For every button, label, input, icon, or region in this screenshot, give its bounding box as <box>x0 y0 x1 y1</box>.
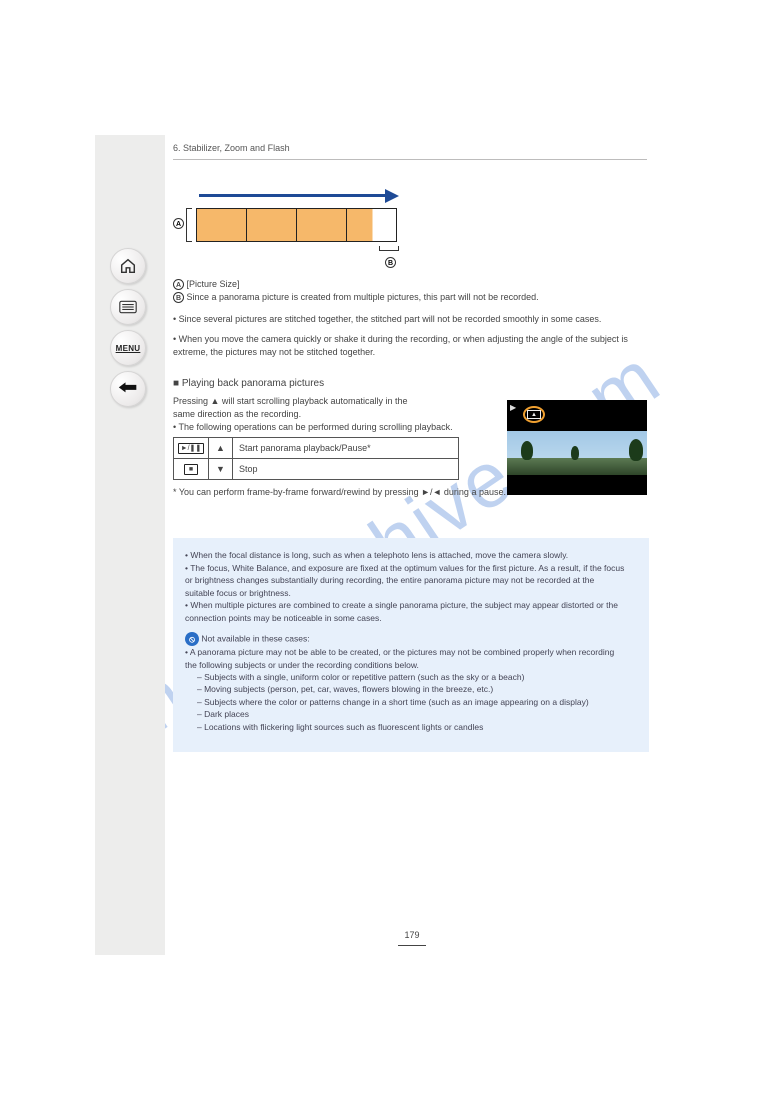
list-icon <box>119 300 137 314</box>
preview-tree <box>629 439 643 461</box>
legend-text-b: Since a panorama picture is created from… <box>187 292 539 302</box>
control-desc: Start panorama playback/Pause* <box>233 438 459 459</box>
home-icon <box>119 257 137 275</box>
back-button[interactable] <box>110 371 146 407</box>
legend-key-a: A <box>173 279 184 290</box>
frame <box>296 208 347 242</box>
note-line: connection points may be noticeable in s… <box>185 613 637 624</box>
frame-last <box>346 208 397 242</box>
play-icon: ▶ <box>510 403 516 412</box>
note-line: suitable focus or brightness. <box>185 588 637 599</box>
note-line: The focus, White Balance, and exposure a… <box>185 563 637 574</box>
table-row: ►/❚❚ ▲ Start panorama playback/Pause* <box>174 438 459 459</box>
controls-table: ►/❚❚ ▲ Start panorama playback/Pause* ■ … <box>173 437 459 480</box>
notes-box: When the focal distance is long, such as… <box>173 538 649 752</box>
menu-icon: MENU <box>116 344 141 353</box>
breadcrumb: 6. Stabilizer, Zoom and Flash <box>173 135 651 157</box>
legend-key-b: B <box>173 292 184 303</box>
bracket-a <box>186 208 192 242</box>
note-line: A panorama picture may not be able to be… <box>185 647 637 658</box>
arrow-head-icon <box>385 189 399 203</box>
panorama-preview: ▶ ▲ <box>507 400 647 495</box>
page-underline <box>398 945 426 946</box>
preview-tree <box>521 441 533 460</box>
panorama-indicator-icon: ▲ <box>523 406 545 423</box>
direction-down: ▼ <box>209 459 233 480</box>
label-a: A <box>173 218 184 229</box>
bracket-b <box>379 246 399 251</box>
frame-strip <box>196 208 396 242</box>
table-row: ■ ▼ Stop <box>174 459 459 480</box>
panorama-diagram: A B <box>173 182 413 272</box>
play-pause-icon-cell: ►/❚❚ <box>174 438 209 459</box>
text-line: Pressing ▲ will start scrolling playback… <box>173 395 473 407</box>
not-available-text: Not available in these cases: <box>201 633 309 643</box>
playback-intro: Pressing ▲ will start scrolling playback… <box>173 395 473 433</box>
note-line: or brightness changes substantially duri… <box>185 575 637 586</box>
note-line: When multiple pictures are combined to c… <box>185 600 637 611</box>
preview-land <box>507 458 647 475</box>
legend-text-a: [Picture Size] <box>187 279 240 289</box>
page-number: 179 <box>173 930 651 950</box>
section-heading: ■ Playing back panorama pictures <box>173 378 651 389</box>
note-dots-1: Since several pictures are stitched toge… <box>173 313 651 357</box>
preview-tree <box>571 446 579 460</box>
toc-button[interactable] <box>110 289 146 325</box>
note-line: When the focal distance is long, such as… <box>185 550 637 561</box>
text-line: same direction as the recording. <box>173 408 473 420</box>
menu-button[interactable]: MENU <box>110 330 146 366</box>
label-b: B <box>385 257 396 268</box>
text-line: • The following operations can be perfor… <box>173 421 473 433</box>
note-line: the following subjects or under the reco… <box>185 660 637 671</box>
note-subline: Dark places <box>185 709 637 720</box>
note-subline: Subjects where the color or patterns cha… <box>185 697 637 708</box>
frame <box>246 208 297 242</box>
not-available-heading: ⦸ Not available in these cases: <box>185 632 637 646</box>
chapter-number: 6. <box>173 143 181 153</box>
note-subline: Locations with flickering light sources … <box>185 722 637 733</box>
note-subline: Moving subjects (person, pet, car, waves… <box>185 684 637 695</box>
diagram-legend: A [Picture Size] B Since a panorama pict… <box>173 278 651 303</box>
back-icon <box>118 382 138 396</box>
main-content: 6. Stabilizer, Zoom and Flash A B A [Pic… <box>173 135 651 955</box>
chapter-title: Stabilizer, Zoom and Flash <box>183 143 290 153</box>
control-desc: Stop <box>233 459 459 480</box>
arrow-shaft <box>199 194 387 197</box>
stop-icon: ■ <box>184 464 198 475</box>
nav-buttons: MENU <box>108 248 148 407</box>
direction-up: ▲ <box>209 438 233 459</box>
not-available-icon: ⦸ <box>185 632 199 646</box>
frame <box>196 208 247 242</box>
note-subline: Subjects with a single, uniform color or… <box>185 672 637 683</box>
divider <box>173 159 647 160</box>
play-pause-icon: ►/❚❚ <box>178 443 205 454</box>
home-button[interactable] <box>110 248 146 284</box>
note-line: When you move the camera quickly or shak… <box>173 333 651 357</box>
stop-icon-cell: ■ <box>174 459 209 480</box>
note-line: Since several pictures are stitched toge… <box>173 313 651 325</box>
